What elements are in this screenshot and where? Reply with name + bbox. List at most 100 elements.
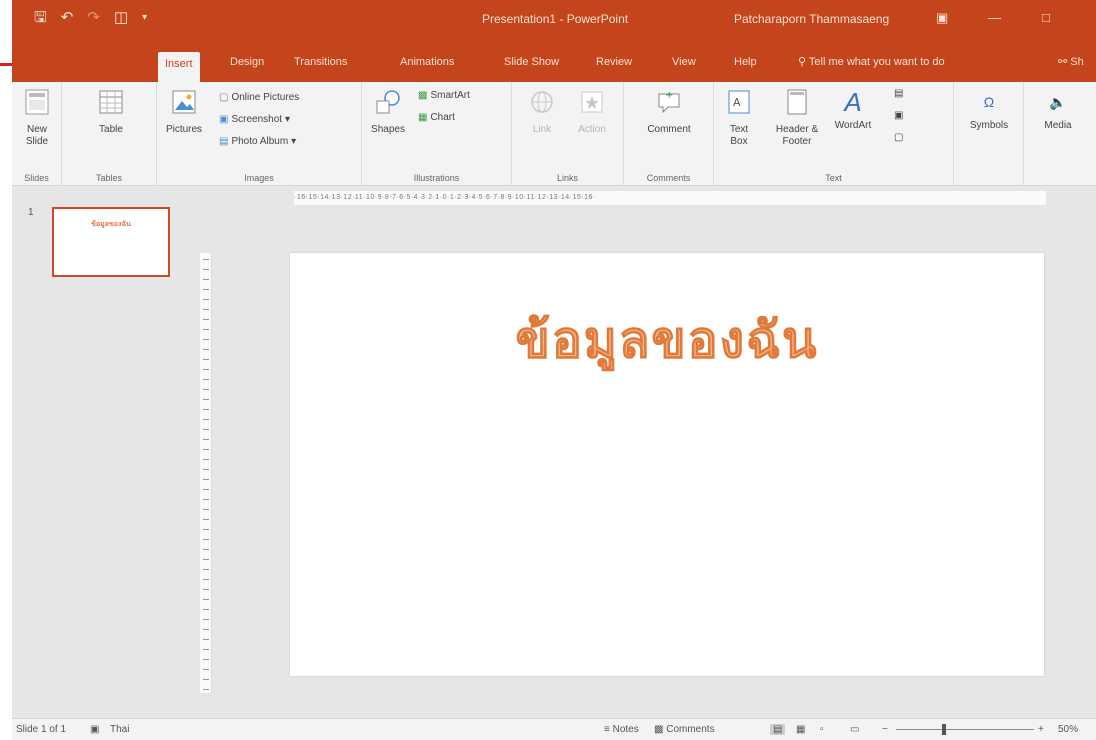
online-pictures-icon: ▢ bbox=[219, 92, 229, 103]
action-button[interactable]: Action bbox=[570, 88, 614, 136]
link-label: Link bbox=[532, 124, 552, 135]
share-button[interactable]: ⚯ Sh bbox=[1058, 55, 1084, 68]
normal-view-icon[interactable]: ▤ bbox=[770, 724, 786, 735]
ruler-tick bbox=[203, 389, 209, 390]
smartart-icon: ▩ bbox=[418, 90, 428, 101]
ribbon-display-options-icon[interactable]: ▣ bbox=[936, 10, 948, 26]
tab-design[interactable]: Design bbox=[230, 56, 264, 68]
ruler-tick bbox=[203, 359, 209, 360]
wordart-icon: A bbox=[844, 87, 862, 117]
ruler-tick bbox=[203, 349, 209, 350]
speaker-icon: 🔈 bbox=[1049, 94, 1067, 110]
slide-number-icon[interactable]: ▣ bbox=[894, 110, 903, 121]
ruler-tick bbox=[203, 499, 209, 500]
text-box-label: Text Box bbox=[729, 124, 749, 147]
ruler-tick bbox=[203, 479, 209, 480]
undo-icon[interactable]: ↶ bbox=[61, 8, 74, 28]
ruler-tick bbox=[203, 679, 209, 680]
tab-slide-show[interactable]: Slide Show bbox=[504, 56, 559, 68]
customize-qat-icon[interactable]: ▾ bbox=[142, 8, 147, 28]
wordart-button[interactable]: A WordArt bbox=[828, 88, 878, 132]
lightbulb-icon: ⚲ bbox=[798, 56, 807, 68]
app-window: 🖫 ↶ ↷ ◫ ▾ Presentation1 - PowerPoint Pat… bbox=[0, 0, 1096, 740]
photo-album-button[interactable]: ▤ Photo Album ▾ bbox=[219, 136, 296, 147]
pictures-icon bbox=[161, 88, 207, 120]
spell-check-icon[interactable]: ▣ bbox=[90, 724, 99, 735]
zoom-in-icon[interactable]: + bbox=[1038, 724, 1044, 735]
tell-me-search[interactable]: ⚲ Tell me what you want to do bbox=[798, 55, 945, 68]
tab-view[interactable]: View bbox=[672, 56, 696, 68]
slide-sorter-icon[interactable]: ▦ bbox=[796, 724, 805, 735]
ruler-tick bbox=[203, 579, 209, 580]
ribbon-insert: New Slide Slides Table Tables Pictures ▢… bbox=[12, 82, 1096, 186]
ribbon-tab-row: Insert Design Transitions Animations Sli… bbox=[12, 40, 1096, 82]
new-slide-label: New Slide bbox=[25, 124, 49, 147]
maximize-icon[interactable]: □ bbox=[1042, 10, 1050, 25]
comment-label: Comment bbox=[647, 124, 691, 135]
user-name[interactable]: Patcharaporn Thammasaeng bbox=[734, 12, 889, 26]
group-tables-label: Tables bbox=[95, 173, 122, 183]
slide-title[interactable]: ข้อมูลของฉัน bbox=[290, 301, 1044, 380]
notes-button[interactable]: ≡ Notes bbox=[604, 724, 639, 735]
online-pictures-button[interactable]: ▢ Online Pictures bbox=[219, 92, 299, 103]
media-button[interactable]: 🔈 Media bbox=[1036, 88, 1080, 132]
redo-icon[interactable]: ↷ bbox=[87, 8, 100, 28]
zoom-slider-track[interactable] bbox=[896, 729, 1034, 730]
ruler-tick bbox=[203, 659, 209, 660]
save-icon[interactable]: 🖫 bbox=[34, 8, 47, 28]
new-slide-icon bbox=[18, 88, 56, 120]
zoom-level[interactable]: 50% bbox=[1058, 724, 1078, 735]
date-time-icon[interactable]: ▤ bbox=[894, 88, 903, 99]
tab-insert[interactable]: Insert bbox=[158, 52, 200, 82]
symbols-button[interactable]: Ω Symbols bbox=[964, 88, 1014, 132]
action-icon bbox=[570, 88, 614, 120]
ruler-tick bbox=[203, 609, 209, 610]
screenshot-button[interactable]: ▣ Screenshot ▾ bbox=[219, 114, 290, 125]
svg-text:+: + bbox=[665, 90, 673, 101]
group-text: A Text Box Header & Footer A WordArt ▤ ▣… bbox=[714, 82, 954, 186]
ruler-tick bbox=[203, 259, 209, 260]
share-icon: ⚯ bbox=[1058, 56, 1068, 68]
ruler-tick bbox=[203, 319, 209, 320]
ruler-tick bbox=[203, 309, 209, 310]
slide-thumbnail[interactable]: ข้อมูลของฉัน bbox=[52, 207, 170, 277]
tab-review[interactable]: Review bbox=[596, 56, 632, 68]
pictures-label: Pictures bbox=[165, 124, 203, 135]
slide-canvas[interactable]: ข้อมูลของฉัน bbox=[290, 253, 1044, 676]
ruler-tick bbox=[203, 509, 209, 510]
tab-transitions[interactable]: Transitions bbox=[294, 56, 347, 68]
zoom-out-icon[interactable]: − bbox=[882, 724, 888, 735]
tab-help[interactable]: Help bbox=[734, 56, 757, 68]
chart-button[interactable]: ▦ Chart bbox=[418, 112, 455, 123]
new-slide-button[interactable]: New Slide bbox=[18, 88, 56, 148]
language-indicator[interactable]: Thai bbox=[110, 724, 129, 735]
object-icon[interactable]: ▢ bbox=[894, 132, 903, 143]
ruler-tick bbox=[203, 459, 209, 460]
slideshow-icon[interactable]: ▭ bbox=[850, 724, 859, 735]
zoom-slider-thumb[interactable] bbox=[942, 724, 946, 735]
table-button[interactable]: Table bbox=[92, 88, 130, 136]
pictures-button[interactable]: Pictures bbox=[161, 88, 207, 136]
shapes-button[interactable]: Shapes bbox=[368, 88, 408, 136]
media-label: Media bbox=[1044, 120, 1072, 131]
group-slides-label: Slides bbox=[24, 173, 49, 183]
ruler-tick bbox=[203, 519, 209, 520]
ruler-tick bbox=[203, 339, 209, 340]
group-comments: + Comment Comments bbox=[624, 82, 714, 186]
comments-button[interactable]: ▩ Comments bbox=[654, 724, 715, 735]
header-footer-button[interactable]: Header & Footer bbox=[772, 88, 822, 148]
group-media: 🔈 Media bbox=[1024, 82, 1096, 186]
tab-animations[interactable]: Animations bbox=[400, 56, 454, 68]
comment-button[interactable]: + Comment bbox=[638, 88, 700, 136]
start-from-beginning-icon[interactable]: ◫ bbox=[114, 8, 128, 28]
group-illustrations: Shapes ▩ SmartArt ▦ Chart Illustrations bbox=[362, 82, 512, 186]
minimize-icon[interactable]: — bbox=[988, 10, 1001, 25]
online-pictures-label: Online Pictures bbox=[231, 92, 300, 103]
link-icon bbox=[522, 88, 562, 120]
text-box-button[interactable]: A Text Box bbox=[724, 88, 754, 148]
ruler-tick bbox=[203, 549, 209, 550]
reading-view-icon[interactable]: ▫ bbox=[820, 724, 824, 735]
chevron-down-icon: ▾ bbox=[291, 136, 297, 147]
smartart-button[interactable]: ▩ SmartArt bbox=[418, 90, 470, 101]
link-button[interactable]: Link bbox=[522, 88, 562, 136]
